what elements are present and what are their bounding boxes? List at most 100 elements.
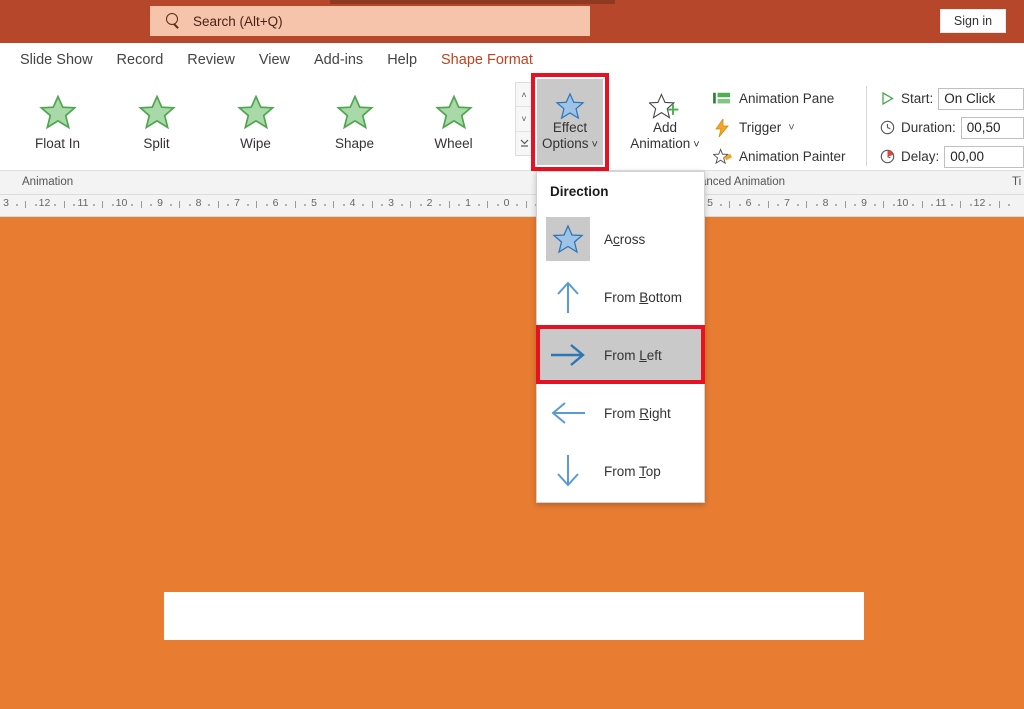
tab-label: Shape Format xyxy=(441,51,533,68)
ruler-minor-mark xyxy=(256,201,258,208)
menu-section-header: Direction xyxy=(550,183,609,199)
tab-review[interactable]: Review xyxy=(175,43,247,76)
animation-gallery[interactable]: Float In Split Wipe Shape Wheel xyxy=(8,78,513,166)
gallery-scroll-down-button[interactable]: ˅ xyxy=(516,107,532,132)
ruler-tick-label: 9 xyxy=(157,197,163,209)
animation-split[interactable]: Split xyxy=(107,78,206,166)
start-field[interactable]: On Click xyxy=(938,87,1024,110)
tab-view[interactable]: View xyxy=(247,43,302,76)
tab-label: Slide Show xyxy=(20,51,93,68)
effect-options-label-line2: Options ˅ xyxy=(542,135,598,151)
menu-item-from-top[interactable]: From Top xyxy=(537,442,704,500)
animation-label: Shape xyxy=(334,136,375,151)
menu-item-label: Across xyxy=(604,231,646,247)
tab-label: Review xyxy=(187,51,235,68)
arrow-left-icon xyxy=(546,391,590,435)
animation-label: Float In xyxy=(34,136,81,151)
ruler-minor-mark xyxy=(969,204,972,206)
ruler-minor-mark xyxy=(102,201,104,208)
trigger-button[interactable]: Trigger ˅ xyxy=(712,113,872,142)
ruler-minor-mark xyxy=(169,204,172,206)
chevron-down-icon: ˅ xyxy=(521,113,527,124)
white-rectangle-shape[interactable] xyxy=(164,592,864,640)
field-value: 00,50 xyxy=(966,120,1001,135)
ruler-minor-mark xyxy=(342,204,345,206)
tab-record[interactable]: Record xyxy=(105,43,176,76)
add-animation-button[interactable]: Add Animation ˅ xyxy=(625,79,705,165)
ruler-minor-mark xyxy=(362,204,365,206)
group-label: Animation xyxy=(22,176,74,188)
ruler-tick-label: 4 xyxy=(349,197,356,209)
animation-wheel[interactable]: Wheel xyxy=(404,78,503,166)
ribbon-separator-1 xyxy=(866,86,867,166)
ruler-minor-mark xyxy=(806,201,808,208)
gallery-scroll-buttons[interactable]: ˄ ˅ xyxy=(515,82,533,156)
ruler-minor-mark xyxy=(15,204,18,206)
sign-in-button[interactable]: Sign in xyxy=(940,9,1006,33)
title-bar-strip xyxy=(330,0,615,4)
tab-shape-format[interactable]: Shape Format xyxy=(429,43,545,76)
menu-item-from-bottom[interactable]: From Bottom xyxy=(537,268,704,326)
search-placeholder: Search (Alt+Q) xyxy=(193,13,283,29)
ruler-minor-mark xyxy=(410,201,412,208)
animation-wipe[interactable]: Wipe xyxy=(206,78,305,166)
menu-item-across[interactable]: Across xyxy=(537,210,704,268)
ruler-minor-mark xyxy=(265,204,268,206)
ruler-minor-mark xyxy=(921,201,923,208)
title-bar: Search (Alt+Q) Sign in xyxy=(0,0,1024,43)
animation-shape[interactable]: Shape xyxy=(305,78,404,166)
command-label: Animation Painter xyxy=(739,149,846,164)
blue-star-icon xyxy=(555,91,585,119)
ruler-minor-mark xyxy=(835,204,838,206)
ruler-minor-mark xyxy=(419,204,422,206)
duration-field[interactable]: 00,50 xyxy=(960,116,1024,139)
search-input[interactable]: Search (Alt+Q) xyxy=(150,6,590,36)
menu-item-from-right[interactable]: From Right xyxy=(537,384,704,442)
ruler-minor-mark xyxy=(285,204,288,206)
arrow-down-icon xyxy=(546,449,590,493)
ruler-tick-label: 6 xyxy=(272,197,279,209)
gallery-more-button[interactable] xyxy=(516,131,532,155)
menu-item-from-left[interactable]: From Left xyxy=(537,326,704,384)
slide-canvas[interactable] xyxy=(0,217,1024,709)
ruler-minor-mark xyxy=(439,204,442,206)
field-value: 00,00 xyxy=(950,149,985,164)
ruler-minor-mark xyxy=(1008,204,1011,206)
ruler-tick-label: 10 xyxy=(896,197,909,209)
delay-field[interactable]: 00,00 xyxy=(944,145,1024,168)
ruler-minor-mark xyxy=(217,201,219,208)
animation-float-in[interactable]: Float In xyxy=(8,78,107,166)
ruler-tick-label: 8 xyxy=(195,197,202,209)
animation-painter-button[interactable]: Animation Painter xyxy=(712,142,872,171)
ruler-minor-mark xyxy=(487,201,489,208)
animation-pane-button[interactable]: Animation Pane xyxy=(712,84,872,113)
ruler-minor-mark xyxy=(892,204,895,206)
gallery-scroll-up-button[interactable]: ˄ xyxy=(516,83,532,108)
ruler-tick-label: 12 xyxy=(38,197,51,209)
ruler-tick-label: 6 xyxy=(745,197,752,209)
ruler-minor-mark xyxy=(208,204,211,206)
clock-icon xyxy=(880,120,896,135)
group-label: Ti xyxy=(1012,176,1022,188)
tab-add-ins[interactable]: Add-ins xyxy=(302,43,375,76)
delay-row: Delay: 00,00 xyxy=(880,142,1024,171)
ruler-tick-label: 0 xyxy=(503,197,510,209)
ruler-minor-mark xyxy=(854,204,857,206)
effect-options-button[interactable]: Effect Options ˅ xyxy=(537,79,603,165)
ruler-tick-label: 7 xyxy=(234,197,240,209)
ribbon-tab-bar: Slide Show Record Review View Add-ins Help Sha… xyxy=(0,43,1024,76)
ruler-minor-mark xyxy=(796,204,799,206)
group-label: anced Animation xyxy=(700,176,786,188)
ruler-minor-mark xyxy=(323,204,326,206)
tab-help[interactable]: Help xyxy=(375,43,429,76)
ruler-minor-mark xyxy=(304,204,307,206)
duration-row: Duration: 00,50 xyxy=(880,113,1024,142)
timing-label: Start: xyxy=(901,91,934,106)
ruler-tick-label: 9 xyxy=(861,197,867,209)
tab-slide-show[interactable]: Slide Show xyxy=(8,43,105,76)
ruler-minor-mark xyxy=(738,204,741,206)
horizontal-ruler[interactable]: 3 12 11 10 9 8 7 6 5 4 3 2 1 0 5 6 7 8 9 10 11 12 xyxy=(0,195,1024,217)
ruler-tick-label: 3 xyxy=(3,197,9,209)
tab-label: Add-ins xyxy=(314,51,364,68)
ruler-minor-mark xyxy=(92,204,95,206)
